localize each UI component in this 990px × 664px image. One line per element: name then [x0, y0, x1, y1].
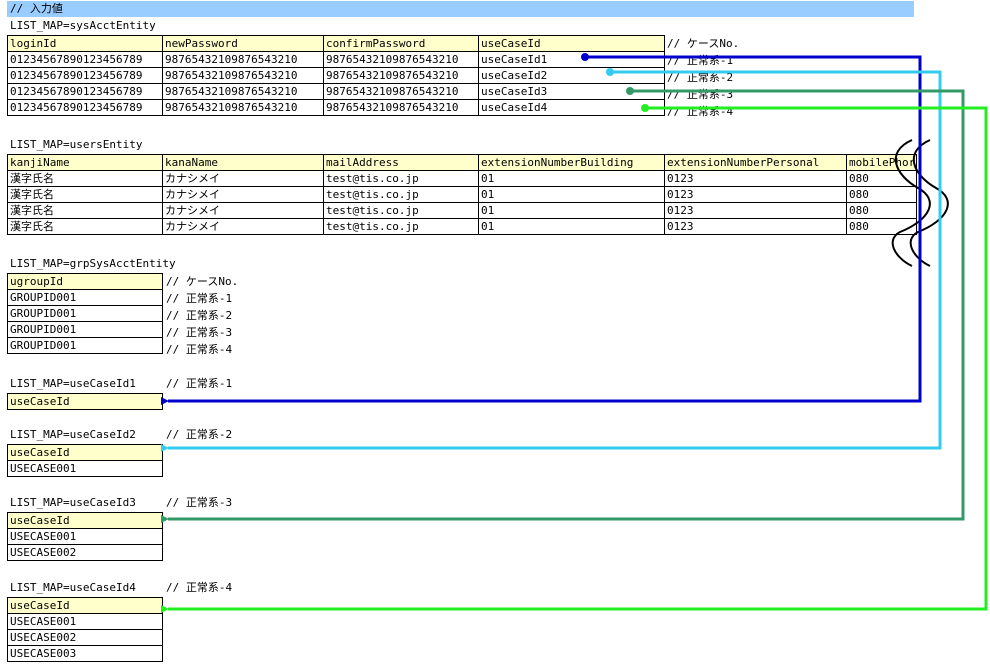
- connector-arrow-3: [161, 87, 965, 523]
- connector-arrow-2: [161, 68, 942, 452]
- connector-overlay: [161, 53, 988, 613]
- connector-arrow-4: [161, 104, 988, 613]
- connector-arrow-1: [161, 53, 922, 405]
